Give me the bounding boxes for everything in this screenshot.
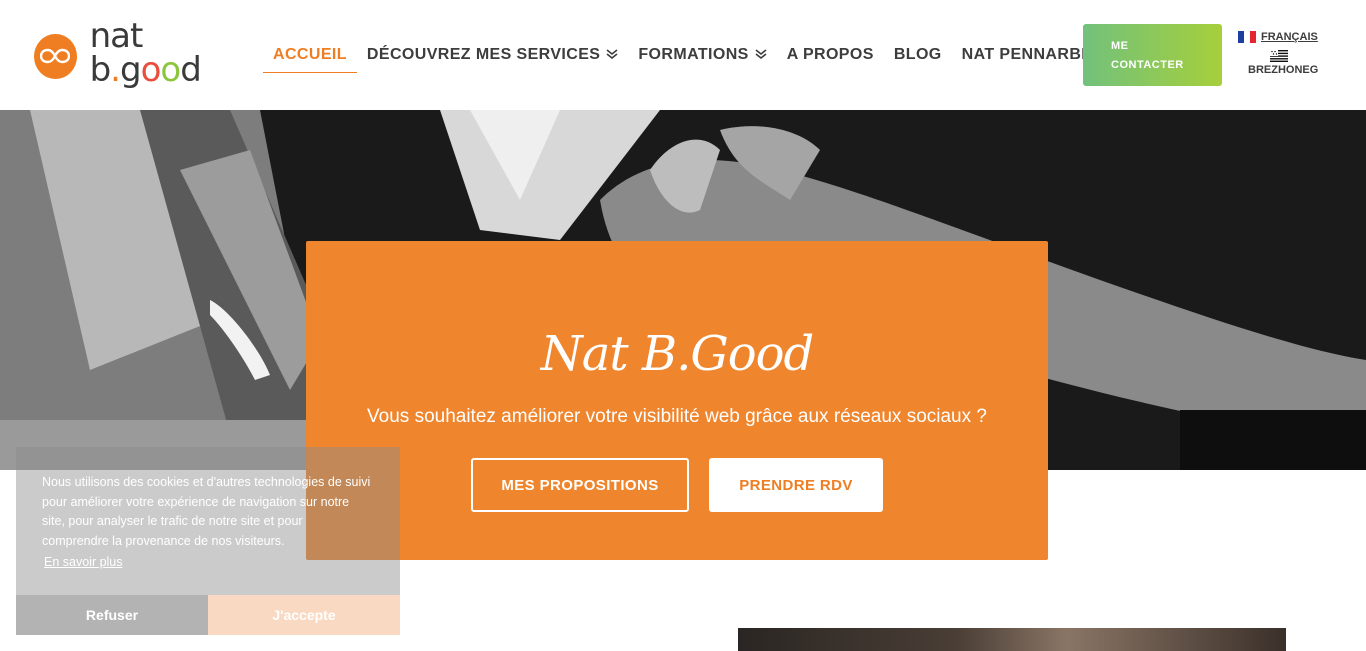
nav-item-services[interactable]: DÉCOUVREZ MES SERVICES	[357, 37, 628, 73]
language-switcher: FRANÇAIS BREZHONEG	[1238, 28, 1338, 76]
nav-item-blog[interactable]: BLOG	[884, 37, 952, 73]
prendre-rdv-button[interactable]: PRENDRE RDV	[709, 458, 883, 512]
mes-propositions-button[interactable]: MES PROPOSITIONS	[471, 458, 689, 512]
section-image	[738, 628, 1286, 651]
cookie-refuse-button[interactable]: Refuser	[16, 595, 208, 635]
hero-card: Nat B.Good Vous souhaitez améliorer votr…	[306, 241, 1048, 560]
cookie-accept-button[interactable]: J'accepte	[208, 595, 400, 635]
nav-item-label: ACCUEIL	[273, 45, 347, 63]
language-option-br[interactable]: BREZHONEG	[1238, 50, 1338, 76]
cookie-learn-more-link[interactable]: En savoir plus	[44, 555, 123, 569]
language-option-fr[interactable]: FRANÇAIS	[1238, 28, 1338, 46]
hero-title: Nat B.Good	[540, 326, 815, 382]
cookie-banner: Nous utilisons des cookies et d'autres t…	[16, 447, 400, 635]
contact-button-label-1: ME	[1111, 40, 1129, 52]
nav-item-label: BLOG	[893, 46, 942, 63]
nav-item-label: A PROPOS	[786, 46, 874, 63]
logo-wordmark: nat b.good	[89, 16, 202, 90]
contact-button-label-2: CONTACTER	[1111, 59, 1184, 71]
language-label-fr: FRANÇAIS	[1261, 31, 1318, 43]
chevron-down-icon	[606, 46, 618, 64]
nav-item-a-propos[interactable]: A PROPOS	[777, 37, 884, 73]
site-logo[interactable]: nat b.good	[34, 19, 254, 87]
nav-item-label: FORMATIONS	[638, 46, 749, 63]
hero-subtitle: Vous souhaitez améliorer votre visibilit…	[367, 406, 987, 427]
breton-flag-icon	[1270, 50, 1288, 62]
contact-button[interactable]: ME CONTACTER	[1083, 24, 1222, 86]
language-label-br: BREZHONEG	[1248, 64, 1319, 76]
site-header: nat b.good ACCUEIL DÉCOUVREZ MES SERVICE…	[0, 0, 1366, 110]
nav-item-formations[interactable]: FORMATIONS	[628, 37, 776, 73]
nav-item-label: DÉCOUVREZ MES SERVICES	[366, 46, 601, 63]
chevron-down-icon	[755, 46, 767, 64]
cookie-message: Nous utilisons des cookies et d'autres t…	[42, 475, 371, 548]
nav-item-accueil[interactable]: ACCUEIL	[263, 37, 357, 73]
main-nav: ACCUEIL DÉCOUVREZ MES SERVICES FORMATION…	[263, 36, 1114, 74]
infinity-logo-icon	[34, 33, 77, 79]
france-flag-icon	[1238, 31, 1256, 43]
